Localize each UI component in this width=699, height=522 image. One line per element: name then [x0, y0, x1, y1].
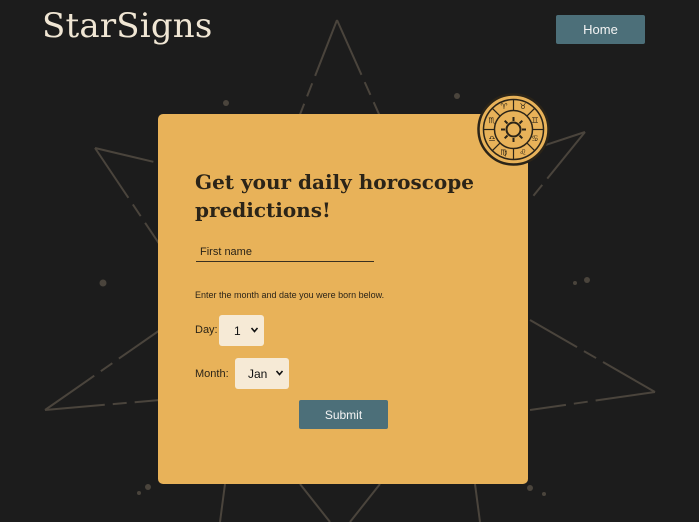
month-label: Month:: [195, 368, 229, 380]
svg-text:♋: ♋: [531, 134, 538, 143]
chevron-down-icon: [276, 370, 283, 376]
day-label: Day:: [195, 324, 218, 336]
svg-text:♏: ♏: [488, 116, 496, 125]
submit-button[interactable]: Submit: [299, 400, 388, 429]
svg-text:♌: ♌: [519, 148, 526, 157]
form-title: Get your daily horoscope predictions!: [195, 170, 474, 222]
zodiac-wheel-icon: ♈ ♉ ♊ ♋ ♌ ♍ ♎ ♏: [477, 93, 550, 166]
svg-text:♍: ♍: [500, 148, 507, 157]
horoscope-form-card: Get your daily horoscope predictions! En…: [158, 114, 528, 484]
svg-text:♈: ♈: [500, 102, 507, 111]
first-name-input[interactable]: [196, 242, 374, 262]
home-button[interactable]: Home: [556, 15, 645, 44]
day-select[interactable]: 1: [219, 315, 264, 346]
svg-text:♉: ♉: [519, 102, 526, 111]
site-logo[interactable]: StarSigns: [42, 6, 213, 46]
svg-text:♊: ♊: [531, 116, 538, 125]
day-select-value: 1: [234, 323, 241, 338]
chevron-down-icon: [251, 327, 258, 333]
svg-text:♎: ♎: [488, 134, 495, 143]
month-select-value: Jan: [248, 366, 268, 381]
month-select[interactable]: Jan: [235, 358, 289, 389]
birthdate-instructions: Enter the month and date you were born b…: [195, 290, 385, 300]
